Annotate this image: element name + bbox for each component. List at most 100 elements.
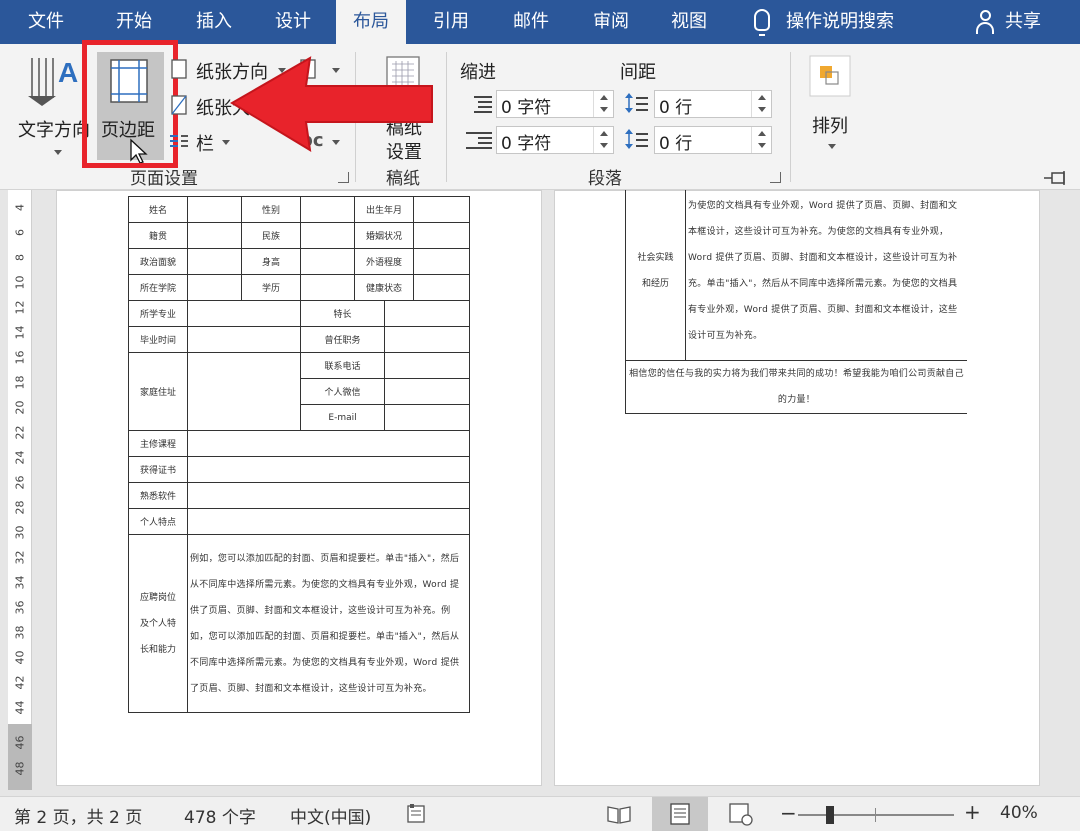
- table-cell[interactable]: [300, 222, 355, 249]
- spacing-before-spinner[interactable]: 0 行: [654, 90, 772, 118]
- tab-references[interactable]: 引用: [414, 0, 488, 44]
- tab-file[interactable]: 文件: [10, 0, 82, 44]
- spin-up-icon[interactable]: [600, 95, 608, 100]
- share-button[interactable]: 共享: [1000, 0, 1046, 44]
- table-cell[interactable]: [186, 508, 471, 535]
- orientation-button[interactable]: 纸张方向: [168, 56, 292, 86]
- table-cell[interactable]: [186, 430, 471, 457]
- table-cell[interactable]: 所学专业: [128, 300, 188, 327]
- share-person-icon[interactable]: [976, 10, 998, 34]
- apply-text-cell[interactable]: 例如，您可以添加匹配的封面、页眉和提要栏。单击"插入"，然后从不同库中选择所需元…: [186, 534, 471, 713]
- table-cell[interactable]: 个人微信: [300, 378, 385, 405]
- spin-down-icon[interactable]: [600, 107, 608, 112]
- pin-ribbon-icon[interactable]: [1042, 170, 1070, 186]
- tab-layout[interactable]: 布局: [336, 0, 406, 44]
- table-cell[interactable]: [383, 404, 471, 431]
- tab-home[interactable]: 开始: [96, 0, 172, 44]
- tab-review[interactable]: 审阅: [574, 0, 648, 44]
- table-cell[interactable]: [187, 274, 242, 301]
- table-cell[interactable]: [187, 196, 242, 223]
- arrange-button[interactable]: 排列: [800, 52, 862, 162]
- table-cell[interactable]: [186, 456, 471, 483]
- table-cell[interactable]: 姓名: [128, 196, 188, 223]
- table-cell[interactable]: 外语程度: [353, 248, 415, 275]
- table-cell[interactable]: 主修课程: [128, 430, 188, 457]
- table-cell[interactable]: [300, 248, 355, 275]
- paragraph-launcher-icon[interactable]: [770, 172, 781, 183]
- closing-text-cell[interactable]: 相信您的信任与我的实力将为我们带来共同的成功！希望我能为咱们公司贡献自己的力量！: [625, 360, 967, 414]
- table-cell[interactable]: [186, 482, 471, 509]
- table-cell[interactable]: 籍贯: [128, 222, 188, 249]
- table-cell[interactable]: [383, 378, 471, 405]
- tell-me-search[interactable]: 操作说明搜索: [786, 0, 912, 44]
- table-cell[interactable]: [383, 300, 471, 327]
- table-cell[interactable]: 学历: [241, 274, 301, 301]
- table-cell[interactable]: 曾任职务: [300, 326, 385, 353]
- web-layout-icon[interactable]: [728, 802, 754, 826]
- language-indicator[interactable]: 中文(中国): [290, 803, 371, 828]
- size-button[interactable]: 纸张大: [168, 92, 292, 122]
- zoom-out-button[interactable]: −: [780, 801, 797, 825]
- table-cell[interactable]: [187, 300, 301, 327]
- macro-record-icon[interactable]: [406, 803, 428, 825]
- zoom-level[interactable]: 40%: [1000, 803, 1038, 823]
- table-cell[interactable]: [383, 326, 471, 353]
- spin-down-icon[interactable]: [758, 107, 766, 112]
- spin-up-icon[interactable]: [758, 131, 766, 136]
- table-cell[interactable]: 家庭住址: [128, 352, 188, 431]
- tab-design[interactable]: 设计: [256, 0, 330, 44]
- tab-view[interactable]: 视图: [652, 0, 726, 44]
- spin-down-icon[interactable]: [758, 143, 766, 148]
- table-cell[interactable]: 身高: [241, 248, 301, 275]
- draft-paper-button[interactable]: 稿纸 设置: [376, 52, 432, 163]
- page-setup-launcher-icon[interactable]: [338, 172, 349, 183]
- table-cell[interactable]: 获得证书: [128, 456, 188, 483]
- spin-up-icon[interactable]: [758, 95, 766, 100]
- table-cell[interactable]: [300, 274, 355, 301]
- table-cell[interactable]: 婚姻状况: [353, 222, 415, 249]
- table-cell[interactable]: 个人特点: [128, 508, 188, 535]
- indent-right-spinner[interactable]: 0 字符: [496, 126, 614, 154]
- table-cell[interactable]: [413, 222, 471, 249]
- tab-mailings[interactable]: 邮件: [494, 0, 568, 44]
- table-cell[interactable]: 健康状态: [353, 274, 415, 301]
- table-cell[interactable]: 社会实践 和经历: [625, 190, 686, 361]
- table-cell[interactable]: E-mail: [300, 404, 385, 431]
- table-cell[interactable]: 政治面貌: [128, 248, 188, 275]
- table-cell[interactable]: [413, 274, 471, 301]
- table-cell[interactable]: [300, 196, 355, 223]
- table-cell[interactable]: 性别: [241, 196, 301, 223]
- zoom-in-button[interactable]: +: [964, 800, 981, 824]
- table-cell[interactable]: 联系电话: [300, 352, 385, 379]
- table-cell[interactable]: 特长: [300, 300, 385, 327]
- table-cell[interactable]: [187, 352, 301, 431]
- breaks-button[interactable]: [298, 56, 344, 86]
- print-layout-button[interactable]: [652, 797, 708, 831]
- spacing-after-spinner[interactable]: 0 行: [654, 126, 772, 154]
- read-mode-icon[interactable]: [606, 803, 632, 825]
- table-cell[interactable]: 应聘岗位 及个人特 长和能力: [128, 534, 188, 713]
- zoom-slider-thumb[interactable]: [826, 806, 834, 824]
- table-cell[interactable]: [187, 326, 301, 353]
- indent-left-spinner[interactable]: 0 字符: [496, 90, 614, 118]
- spin-down-icon[interactable]: [600, 143, 608, 148]
- table-cell[interactable]: [187, 248, 242, 275]
- tab-insert[interactable]: 插入: [176, 0, 252, 44]
- page-count[interactable]: 第 2 页，共 2 页: [14, 803, 142, 828]
- table-cell[interactable]: [187, 222, 242, 249]
- table-cell[interactable]: [383, 352, 471, 379]
- table-cell[interactable]: 出生年月: [353, 196, 415, 223]
- table-cell[interactable]: 毕业时间: [128, 326, 188, 353]
- table-cell[interactable]: 所在学院: [128, 274, 188, 301]
- spin-up-icon[interactable]: [600, 131, 608, 136]
- table-cell[interactable]: [413, 196, 471, 223]
- columns-button[interactable]: 栏: [168, 128, 248, 158]
- word-count[interactable]: 478 个字: [184, 803, 256, 828]
- table-cell[interactable]: 熟悉软件: [128, 482, 188, 509]
- table-cell[interactable]: 民族: [241, 222, 301, 249]
- vertical-ruler[interactable]: 4 6 8 10 12 14 16 18 20 22 24 26 28 30 3…: [8, 190, 32, 790]
- practice-text-cell[interactable]: 为使您的文档具有专业外观，Word 提供了页眉、页脚、封面和文本框设计，这些设计…: [685, 190, 967, 361]
- zoom-slider[interactable]: [798, 814, 954, 816]
- line-numbers-button[interactable]: bc: [298, 128, 344, 158]
- table-cell[interactable]: [413, 248, 471, 275]
